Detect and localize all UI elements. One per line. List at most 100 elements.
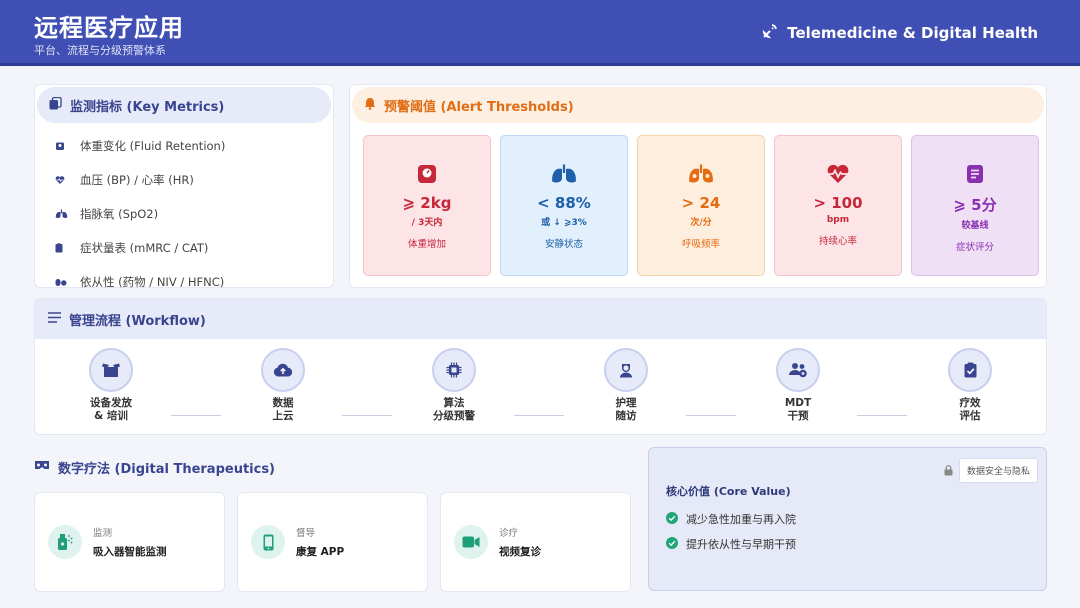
metric-label: 症状量表 (mMRC / CAT) — [80, 241, 209, 255]
nurse-icon — [604, 348, 648, 392]
check-circle-icon — [666, 536, 678, 552]
privacy-text: 数据安全与隐私 — [958, 458, 1038, 483]
weight-icon — [55, 141, 80, 151]
alerts-panel: 预警阈值 (Alert Thresholds) ⩾ 2kg / 3天内 体重增加… — [349, 84, 1047, 288]
workflow-connector — [857, 415, 907, 416]
workflow-connector — [686, 415, 736, 416]
step-line-1: 设备发放 — [90, 397, 132, 409]
vr-headset-icon — [34, 460, 50, 475]
alert-card-spo2: < 88% 或 ↓ ⩾3% 安静状态 — [500, 135, 628, 276]
bell-icon — [364, 97, 376, 114]
workflow-step-nursing: 护理 随访 — [581, 348, 671, 423]
lock-icon — [944, 461, 953, 480]
workflow-connector — [171, 415, 221, 416]
microchip-icon — [432, 348, 476, 392]
step-line-2: 随访 — [615, 410, 637, 422]
alert-cards: ⩾ 2kg / 3天内 体重增加 < 88% 或 ↓ ⩾3% 安静状态 > 24… — [363, 135, 1039, 276]
therapy-card-video: 诊疗 视频复诊 — [440, 492, 631, 592]
satellite-dish-icon — [761, 22, 779, 44]
list-icon — [48, 311, 61, 327]
metric-item-spo2: 指脉氧 (SpO2) — [55, 197, 333, 231]
metric-label: 指脉氧 (SpO2) — [80, 207, 159, 221]
therapy-value: 康复 APP — [296, 546, 345, 558]
lungs-icon — [55, 209, 80, 219]
metrics-title: 监测指标 (Key Metrics) — [70, 99, 225, 115]
alert-card-weight: ⩾ 2kg / 3天内 体重增加 — [363, 135, 491, 276]
step-line-1: MDT — [784, 397, 812, 409]
lungs-virus-icon — [688, 164, 714, 188]
metric-label: 依从性 (药物 / NIV / HFNC) — [80, 275, 225, 289]
privacy-badge: 数据安全与隐私 — [944, 458, 1038, 483]
clipboard-check-icon — [948, 348, 992, 392]
alert-unit: / 3天内 — [411, 218, 443, 228]
alert-label: 安静状态 — [544, 239, 583, 250]
workflow-step-device: 设备发放 & 培训 — [66, 348, 156, 423]
step-line-1: 算法 — [443, 397, 465, 409]
workflow-panel: 管理流程 (Workflow) 设备发放 & 培训 数据 上云 算法 分级预警 … — [34, 298, 1047, 435]
core-value-text: 减少急性加重与再入院 — [686, 513, 796, 526]
alert-card-heart-rate: > 100 bpm 持续心率 — [774, 135, 902, 276]
therapy-key: 监测 — [93, 528, 113, 539]
therapy-card-app: 督导 康复 APP — [237, 492, 428, 592]
lungs-icon — [551, 164, 577, 188]
alert-value: ⩾ 5分 — [953, 196, 997, 214]
metrics-list: 体重变化 (Fluid Retention) 血压 (BP) / 心率 (HR)… — [35, 125, 333, 299]
alert-label: 呼吸频率 — [681, 239, 720, 250]
alert-unit: 较基线 — [961, 221, 989, 231]
alert-value: ⩾ 2kg — [402, 194, 452, 212]
metric-item-bp: 血压 (BP) / 心率 (HR) — [55, 163, 333, 197]
team-icon — [776, 348, 820, 392]
clipboard-icon — [55, 243, 80, 253]
metrics-panel: 监测指标 (Key Metrics) 体重变化 (Fluid Retention… — [34, 84, 334, 289]
metric-item-symptom: 症状量表 (mMRC / CAT) — [55, 231, 333, 265]
alerts-header: 预警阈值 (Alert Thresholds) — [352, 87, 1044, 123]
metric-item-weight: 体重变化 (Fluid Retention) — [55, 129, 333, 163]
step-line-2: 评估 — [959, 410, 981, 422]
check-circle-icon — [666, 511, 678, 527]
metric-label: 血压 (BP) / 心率 (HR) — [80, 173, 194, 187]
alert-card-respiratory: > 24 次/分 呼吸频率 — [637, 135, 765, 276]
core-value-panel: 数据安全与隐私 核心价值 (Core Value) 减少急性加重与再入院 提升依… — [648, 447, 1047, 591]
alert-value: > 24 — [681, 194, 721, 212]
video-icon — [454, 525, 488, 559]
metric-item-adherence: 依从性 (药物 / NIV / HFNC) — [55, 265, 333, 299]
therapy-key: 诊疗 — [499, 528, 519, 539]
workflow-step-evaluation: 疗效 评估 — [925, 348, 1015, 423]
metrics-header: 监测指标 (Key Metrics) — [37, 87, 331, 123]
therapy-key: 督导 — [296, 528, 316, 539]
alert-label: 体重增加 — [407, 239, 446, 250]
page-title: 远程医疗应用 — [34, 14, 184, 42]
workflow-step-mdt: MDT 干预 — [753, 348, 843, 423]
workflow-connector — [514, 415, 564, 416]
alert-unit: 或 ↓ ⩾3% — [541, 218, 587, 228]
core-value-text: 提升依从性与早期干预 — [686, 538, 796, 551]
file-list-icon — [966, 164, 984, 188]
pills-icon — [55, 277, 80, 287]
alert-value: < 88% — [537, 194, 591, 212]
step-line-2: 干预 — [787, 410, 809, 422]
therapy-value: 吸入器智能监测 — [93, 546, 167, 558]
mobile-icon — [251, 525, 285, 559]
core-value-item: 减少急性加重与再入院 — [666, 511, 796, 527]
heart-pulse-icon — [55, 175, 80, 185]
workflow-step-cloud: 数据 上云 — [238, 348, 328, 423]
step-line-1: 疗效 — [959, 397, 981, 409]
therapeutics-header: 数字疗法 (Digital Therapeutics) — [34, 458, 275, 477]
workflow-header: 管理流程 (Workflow) — [35, 299, 1046, 339]
scale-icon — [417, 164, 437, 188]
therapeutics-title: 数字疗法 (Digital Therapeutics) — [58, 462, 276, 477]
step-line-2: 分级预警 — [433, 410, 475, 422]
step-line-1: 数据 — [272, 397, 294, 409]
workflow-title: 管理流程 (Workflow) — [69, 313, 206, 329]
therapy-value: 视频复诊 — [499, 546, 541, 558]
inhaler-icon — [48, 525, 82, 559]
workflow-step-algorithm: 算法 分级预警 — [409, 348, 499, 423]
workflow-connector — [342, 415, 392, 416]
step-line-1: 护理 — [615, 397, 637, 409]
copy-icon — [49, 96, 62, 114]
alert-card-symptom: ⩾ 5分 较基线 症状评分 — [911, 135, 1039, 276]
page-header: 远程医疗应用 平台、流程与分级预警体系 Telemedicine & Digit… — [0, 0, 1080, 66]
alert-label: 症状评分 — [955, 242, 994, 253]
alert-value: > 100 — [813, 194, 863, 212]
metric-label: 体重变化 (Fluid Retention) — [80, 139, 226, 153]
